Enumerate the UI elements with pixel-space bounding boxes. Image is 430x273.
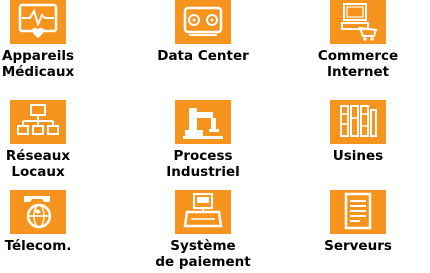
tile-label-line2: Internet <box>326 64 390 80</box>
tile-label-line1: Télecom. <box>4 238 72 254</box>
payment-terminal-icon <box>175 190 231 234</box>
tile-label-line1: Appareils <box>2 48 74 64</box>
tile-label-line1: Commerce <box>317 48 399 64</box>
server-rack-icon <box>330 190 386 234</box>
tile-label-line2: Locaux <box>11 164 65 180</box>
tile-label-line2: Industriel <box>166 164 240 180</box>
tile-label-line2: Médicaux <box>1 64 75 80</box>
tile-label-line1: Usines <box>332 148 384 164</box>
tile-label-line1: Système <box>170 238 236 254</box>
network-hierarchy-icon <box>10 100 66 144</box>
medical-monitor-icon <box>10 0 66 44</box>
computer-shopping-icon <box>330 0 386 44</box>
factory-racks-icon <box>330 100 386 144</box>
tile-label-line2: de paiement <box>155 254 251 270</box>
robot-arm-icon <box>175 100 231 144</box>
tile-label-line1: Serveurs <box>324 238 392 254</box>
server-storage-icon <box>175 0 231 44</box>
tile-label-line1: Réseaux <box>5 148 71 164</box>
phone-globe-icon <box>10 190 66 234</box>
tile-label-line1: Process <box>173 148 233 164</box>
tile-label-line1: Data Center <box>157 48 249 64</box>
